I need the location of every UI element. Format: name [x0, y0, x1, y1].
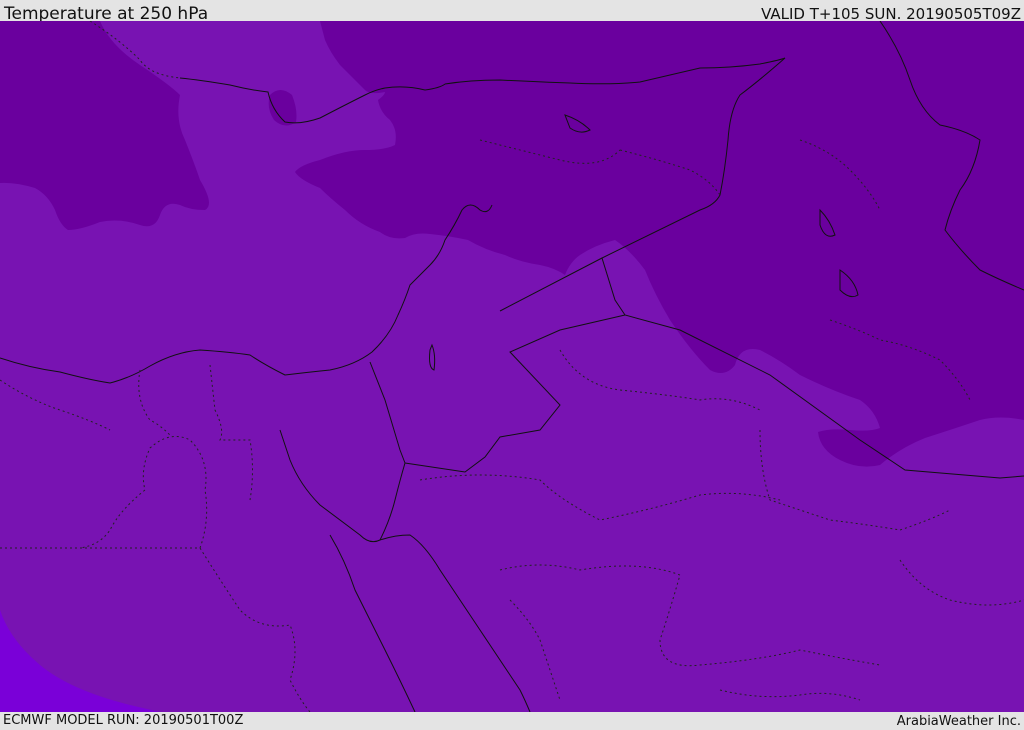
model-run-label: ECMWF MODEL RUN: 20190501T00Z	[3, 713, 244, 728]
map-footer: ECMWF MODEL RUN: 20190501T00Z ArabiaWeat…	[0, 712, 1024, 729]
credit-label: ArabiaWeather Inc.	[896, 714, 1021, 729]
temperature-map[interactable]	[0, 21, 1024, 712]
map-header: Temperature at 250 hPa VALID T+105 SUN. …	[0, 0, 1024, 24]
